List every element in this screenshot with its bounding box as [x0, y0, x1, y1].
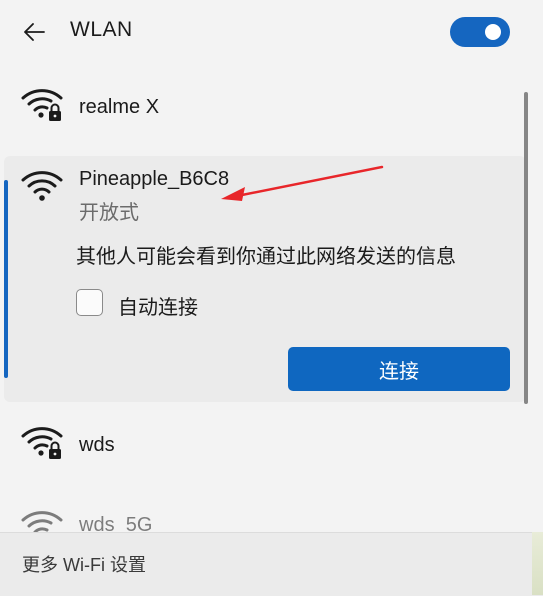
page-title: WLAN: [70, 18, 133, 41]
header: WLAN: [0, 0, 543, 64]
wifi-secured-icon: [21, 427, 63, 459]
footer: 更多 Wi-Fi 设置: [0, 532, 543, 596]
network-name: wds_5G: [79, 514, 153, 532]
back-button[interactable]: [14, 16, 54, 48]
wlan-flyout: WLAN realme X Pineapple_B6C8 开放式 其他人可能会看…: [0, 0, 543, 596]
selection-indicator: [4, 180, 8, 378]
annotation-arrow: [221, 165, 384, 201]
wifi-secured-icon: [21, 511, 63, 532]
network-name: realme X: [79, 96, 160, 118]
network-name: Pineapple_B6C8: [79, 168, 230, 190]
scrollbar[interactable]: [524, 92, 528, 404]
network-name: wds: [79, 434, 115, 456]
wifi-secured-icon: [21, 89, 63, 121]
desktop-background: [532, 532, 543, 595]
toggle-knob: [485, 24, 501, 40]
more-wifi-settings-link[interactable]: 更多 Wi-Fi 设置: [22, 551, 146, 577]
network-item-wds-5g[interactable]: wds_5G: [0, 504, 528, 532]
network-item-wds[interactable]: wds: [0, 420, 528, 480]
wifi-open-icon: [21, 171, 63, 201]
network-item-realme-x[interactable]: realme X: [0, 70, 528, 140]
auto-connect-label: 自动连接: [118, 297, 198, 319]
arrow-left-icon: [24, 23, 45, 41]
network-security-status: 开放式: [79, 202, 139, 224]
open-network-warning: 其他人可能会看到你通过此网络发送的信息: [76, 246, 456, 268]
wifi-toggle[interactable]: [450, 17, 510, 47]
network-list: realme X Pineapple_B6C8 开放式 其他人可能会看到你通过此…: [0, 64, 530, 532]
connect-button[interactable]: 连接: [288, 347, 510, 391]
auto-connect-checkbox[interactable]: [76, 289, 103, 316]
